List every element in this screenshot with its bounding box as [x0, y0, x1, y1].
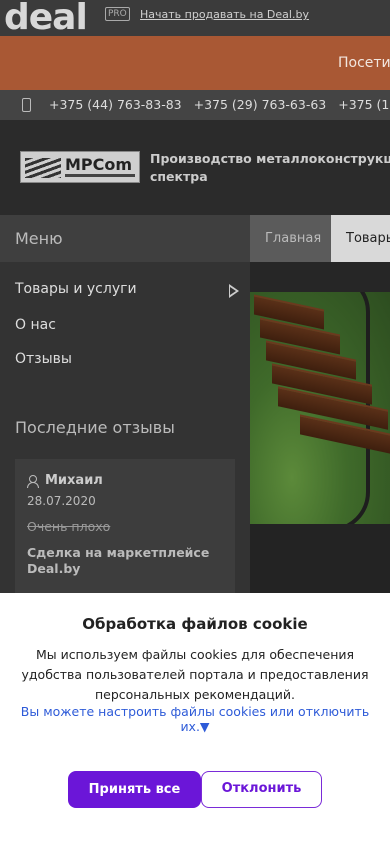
phone-number[interactable]: +375 (29) 763-63-63 [194, 97, 327, 112]
sidebar-item-reviews[interactable]: Отзывы [15, 351, 72, 367]
latest-reviews-title: Последние отзывы [15, 418, 175, 437]
photo-footer [250, 524, 390, 594]
promo-bar: Посетить [0, 36, 390, 90]
sidebar-item-products[interactable]: Товары и услуги [15, 281, 137, 297]
deal-logo[interactable]: deal [4, 0, 88, 38]
cookie-description: Мы используем файлы cookies для обеспече… [21, 647, 369, 702]
cookie-settings-link[interactable]: Вы можете настроить файлы cookies или от… [20, 704, 370, 734]
logo-text: MPCom [65, 155, 133, 174]
company-name: Производство металлоконструкций спектра [150, 150, 390, 186]
review-text: Очень плохо [27, 519, 111, 534]
company-header: MPCom Производство металлоконструкций сп… [0, 120, 390, 215]
start-selling-link[interactable]: Начать продавать на Deal.by [140, 8, 309, 21]
breadcrumb-home-label: Главная [265, 231, 322, 246]
logo-mark [25, 158, 61, 178]
breadcrumb-goods[interactable]: Товары [331, 215, 390, 262]
logo-underline [65, 174, 135, 177]
company-name-line2: спектра [150, 169, 208, 184]
pro-badge: PRO [105, 7, 130, 21]
phone-icon [22, 98, 31, 112]
top-header: deal PRO Начать продавать на Deal.by [0, 0, 390, 38]
breadcrumb-goods-label: Товары [346, 231, 390, 246]
phone-number[interactable]: +375 (44) 763-83-83 [49, 97, 182, 112]
cookie-dialog: Обработка файлов cookie Мы используем фа… [0, 593, 390, 844]
breadcrumb-home[interactable]: Главная [250, 215, 331, 262]
phone-list: +375 (44) 763-83-83 +375 (29) 763-63-63 … [49, 97, 390, 112]
accept-all-button[interactable]: Принять все [68, 771, 201, 808]
review-source: Сделка на маркетплейсе Deal.by [27, 545, 210, 576]
user-icon [27, 475, 39, 488]
menu-title: Меню [15, 229, 63, 248]
phone-bar: +375 (44) 763-83-83 +375 (29) 763-63-63 … [0, 90, 390, 120]
phone-number[interactable]: +375 (17) 1 [338, 97, 390, 112]
sidebar-item-about[interactable]: О нас [15, 317, 56, 333]
review-date: 28.07.2020 [27, 494, 96, 508]
company-name-line1: Производство металлоконструкций [150, 151, 390, 166]
visit-link[interactable]: Посетить [338, 55, 390, 71]
cookie-title: Обработка файлов cookie [82, 615, 308, 633]
decline-button[interactable]: Отклонить [201, 771, 322, 808]
menu-header: Меню [0, 215, 250, 262]
product-photo[interactable] [250, 292, 390, 524]
company-logo[interactable]: MPCom [20, 151, 140, 183]
review-card: Михаил 28.07.2020 Очень плохо Сделка на … [15, 459, 235, 599]
expand-arrow-icon[interactable] [229, 284, 239, 298]
review-author: Михаил [45, 473, 103, 488]
